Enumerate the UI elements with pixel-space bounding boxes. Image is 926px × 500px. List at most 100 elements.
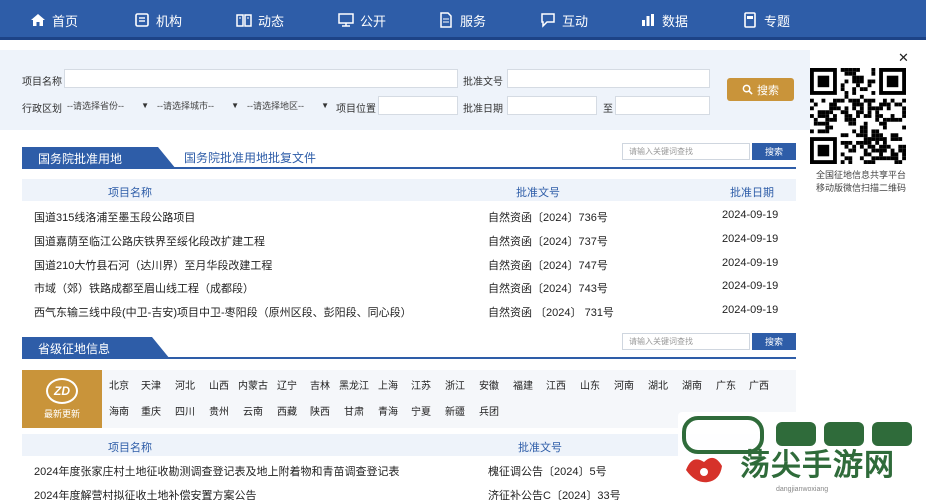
row-approval-date: 2024-09-19 — [722, 304, 779, 317]
nav-item-4[interactable]: 服务 — [438, 0, 486, 40]
nav-item-0[interactable]: 首页 — [30, 0, 78, 40]
city-select-value: --请选择城市-- — [157, 101, 214, 111]
section-header-state-council: 国务院批准用地 国务院批准用地批复文件 请输入关键词查找 搜索 — [22, 143, 796, 169]
city-select[interactable]: --请选择城市-- ▼ — [154, 96, 242, 115]
province-link[interactable]: 江苏 — [411, 377, 431, 392]
nav-item-7[interactable]: 专题 — [742, 0, 790, 40]
qr-code-icon — [810, 68, 906, 164]
table-header: 项目名称 批准文号 批准日期 — [22, 179, 796, 201]
topic-book-icon — [742, 12, 758, 28]
row-approval-no: 自然资函〔2024〕743号 — [488, 283, 608, 296]
nav-item-3[interactable]: 公开 — [338, 0, 386, 40]
table-row[interactable]: 西气东输三线中段(中卫-吉安)项目中卫-枣阳段（原州区段、彭阳段、同心段） 自然资… — [22, 298, 796, 321]
table-row[interactable]: 国道嘉荫至临江公路庆铁界至绥化段改扩建工程 自然资函〔2024〕737号 2024-… — [22, 227, 796, 250]
province-link[interactable]: 黑龙江 — [339, 377, 369, 392]
province-link[interactable]: 福建 — [513, 377, 533, 392]
province-link[interactable]: 广西 — [749, 377, 769, 392]
province-link[interactable]: 海南 — [109, 403, 129, 418]
province-link[interactable]: 云南 — [243, 403, 263, 418]
province-select-value: --请选择省份-- — [67, 101, 124, 111]
row-project-name[interactable]: 国道210大竹县石河（达川界）至月华段改建工程 — [34, 257, 272, 273]
search-icon — [742, 84, 753, 95]
province-link[interactable]: 湖南 — [682, 377, 702, 392]
building-icon — [134, 12, 150, 28]
province-link[interactable]: 宁夏 — [411, 403, 431, 418]
qr-caption-line1: 全国征地信息共享平台 — [815, 170, 906, 180]
close-icon[interactable]: ✕ — [898, 51, 910, 64]
location-input[interactable] — [378, 96, 458, 115]
row-project-name[interactable]: 国道嘉荫至临江公路庆铁界至绥化段改扩建工程 — [34, 233, 265, 249]
province-link[interactable]: 江西 — [546, 377, 566, 392]
province-link[interactable]: 安徽 — [479, 377, 499, 392]
section-tab-provincial[interactable]: 省级征地信息 — [22, 337, 170, 359]
district-select[interactable]: --请选择地区-- ▼ — [244, 96, 332, 115]
district-select-value: --请选择地区-- — [247, 101, 304, 111]
section2-keyword-input[interactable]: 请输入关键词查找 — [622, 333, 750, 350]
nav-item-1[interactable]: 机构 — [134, 0, 182, 40]
province-link[interactable]: 山东 — [580, 377, 600, 392]
province-link[interactable]: 河北 — [175, 377, 195, 392]
date-from-input[interactable] — [507, 96, 597, 115]
row-project-name[interactable]: 西气东输三线中段(中卫-吉安)项目中卫-枣阳段（原州区段、彭阳段、同心段） — [34, 304, 412, 320]
row-project-name[interactable]: 2024年度张家庄村土地征收勘测调查登记表及地上附着物和青苗调查登记表 — [34, 463, 399, 479]
table-row[interactable]: 市域（郊）铁路成都至眉山线工程（成都段） 自然资函〔2024〕743号 2024-0… — [22, 274, 796, 297]
project-name-input[interactable] — [64, 69, 458, 88]
nav-label: 服务 — [460, 13, 487, 29]
section1-search-button[interactable]: 搜索 — [752, 143, 796, 160]
row-approval-no: 自然资函 〔2024〕 731号 — [488, 307, 614, 320]
watermark-url: dangjianwoxiang — [776, 486, 829, 493]
province-link[interactable]: 山西 — [209, 377, 229, 392]
province-link[interactable]: 广东 — [716, 377, 736, 392]
province-link[interactable]: 新疆 — [445, 403, 465, 418]
province-link[interactable]: 陕西 — [310, 403, 330, 418]
province-link[interactable]: 浙江 — [445, 377, 465, 392]
search-button[interactable]: 搜索 — [727, 78, 794, 101]
row-approval-date: 2024-09-19 — [722, 256, 779, 269]
row-project-name[interactable]: 市域（郊）铁路成都至眉山线工程（成都段） — [34, 280, 254, 296]
province-link[interactable]: 甘肃 — [344, 403, 364, 418]
section2-search-button[interactable]: 搜索 — [752, 333, 796, 350]
section-tab-state-council[interactable]: 国务院批准用地 — [22, 147, 176, 169]
province-link[interactable]: 湖北 — [648, 377, 668, 392]
approval-documents-link[interactable]: 国务院批准用地批复文件 — [184, 149, 316, 166]
table-row[interactable]: 国道210大竹县石河（达川界）至月华段改建工程 自然资函〔2024〕747号 202… — [22, 251, 796, 274]
nav-item-6[interactable]: 数据 — [640, 0, 688, 40]
province-link[interactable]: 内蒙古 — [238, 377, 268, 392]
nav-label: 互动 — [562, 13, 589, 29]
nav-label: 动态 — [258, 13, 285, 29]
province-link[interactable]: 河南 — [614, 377, 634, 392]
province-link[interactable]: 吉林 — [310, 377, 330, 392]
row-approval-no: 济征补公告C〔2024〕33号 — [488, 490, 621, 500]
approval-no-label: 批准文号 — [463, 77, 503, 88]
province-link[interactable]: 四川 — [175, 403, 195, 418]
date-to-label: 至 — [603, 104, 613, 115]
section-title: 省级征地信息 — [38, 341, 111, 356]
province-select[interactable]: --请选择省份-- ▼ — [64, 96, 152, 115]
province-link[interactable]: 辽宁 — [277, 377, 297, 392]
province-link[interactable]: 天津 — [141, 377, 161, 392]
section1-keyword-input[interactable]: 请输入关键词查找 — [622, 143, 750, 160]
province-link[interactable]: 北京 — [109, 377, 129, 392]
nav-item-2[interactable]: 动态 — [236, 0, 284, 40]
row-approval-no: 槐征调公告〔2024〕5号 — [488, 466, 607, 478]
project-name-label: 项目名称 — [22, 77, 62, 88]
row-project-name[interactable]: 2024年度解营村拟征收土地补偿安置方案公告 — [34, 487, 256, 500]
section-header-provincial: 省级征地信息 请输入关键词查找 搜索 — [22, 333, 796, 359]
col-project-name: 项目名称 — [108, 187, 152, 199]
table-row[interactable]: 国道315线洛浦至墨玉段公路项目 自然资函〔2024〕736号 2024-09-19 — [22, 203, 796, 226]
province-link[interactable]: 西藏 — [277, 403, 297, 418]
top-nav: 首页 机构 动态 公开 服务 互动 数据 专题 — [0, 0, 926, 40]
col-approval-no: 批准文号 — [516, 187, 560, 199]
province-link[interactable]: 上海 — [378, 377, 398, 392]
province-link[interactable]: 兵团 — [479, 403, 499, 418]
document-icon — [438, 12, 454, 28]
row-project-name[interactable]: 国道315线洛浦至墨玉段公路项目 — [34, 209, 195, 225]
nav-item-5[interactable]: 互动 — [540, 0, 588, 40]
province-link[interactable]: 重庆 — [141, 403, 161, 418]
date-to-input[interactable] — [615, 96, 710, 115]
province-link[interactable]: 贵州 — [209, 403, 229, 418]
col-project-name: 项目名称 — [108, 442, 152, 454]
monitor-icon — [338, 12, 354, 28]
approval-no-input[interactable] — [507, 69, 710, 88]
province-link[interactable]: 青海 — [378, 403, 398, 418]
